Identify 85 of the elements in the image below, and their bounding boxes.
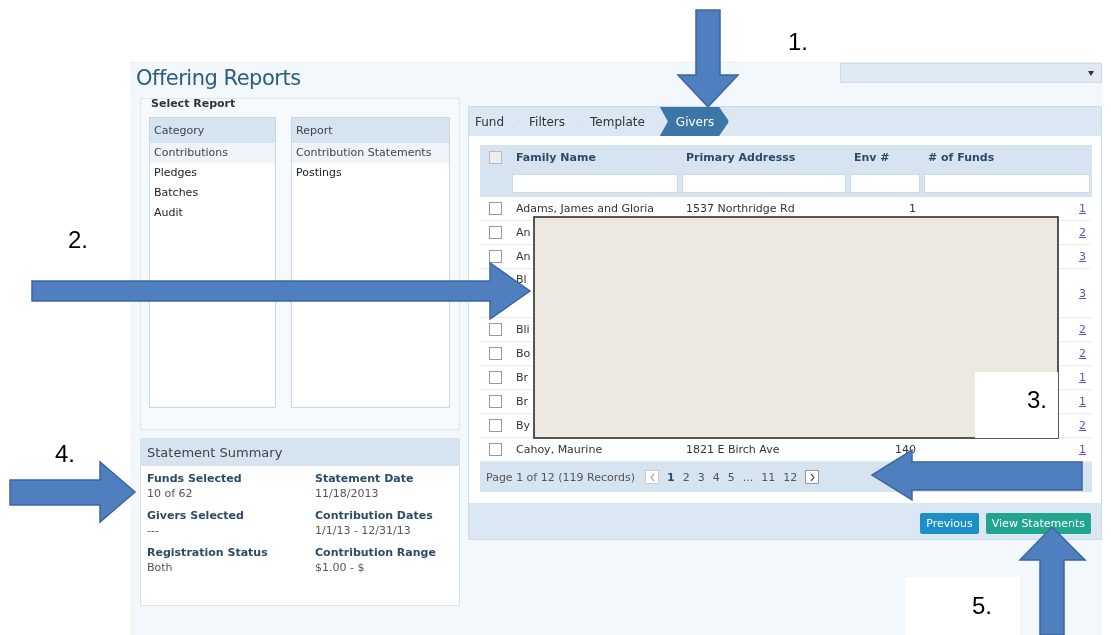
field-value: 1/1/13 - 12/31/13 [315,524,412,537]
filter-field[interactable] [850,174,920,193]
dropdown-field[interactable] [840,63,1102,83]
panel-title: Statement Summary [141,439,459,466]
checkbox[interactable] [488,395,502,409]
field-label: Contribution Range [315,546,437,559]
list-item[interactable]: Pledges [150,163,275,183]
table-cell: 1821 E Birch Ave [686,443,780,456]
column-header: Family Name [510,145,680,170]
table-cell: Cahoy, Maurine [516,443,603,456]
list-item[interactable]: Contributions [150,143,275,163]
callout-number: 1. [788,28,808,56]
funds-link[interactable]: 2 [1079,419,1086,432]
page-link[interactable]: 12 [783,470,798,484]
table-cell: Br [516,371,529,384]
checkbox[interactable] [488,226,502,240]
field-label: Funds Selected [147,472,243,485]
table-cell: Adams, James and Gloria [516,202,654,215]
field-label: Statement Date [315,472,415,485]
page-link[interactable]: 11 [761,470,776,484]
wizard-step[interactable]: Givers [659,107,730,136]
column-header: Env # [848,145,922,170]
funds-link[interactable]: 3 [1079,286,1086,300]
field-label: Registration Status [147,546,269,559]
funds-link[interactable]: 2 [1079,347,1086,360]
filter-field[interactable] [924,174,1090,193]
pager-summary: Page 1 of 12 (119 Records) [486,470,636,484]
funds-link[interactable]: 1 [1079,395,1086,408]
table-cell: 1537 Northridge Rd [686,202,795,215]
list-item[interactable]: Postings [292,163,449,183]
funds-link[interactable]: 1 [1079,443,1086,456]
checkbox[interactable] [488,347,502,361]
column-header: # of Funds [922,145,1092,170]
callout-number: 4. [55,440,75,468]
list-header: Report [292,118,449,143]
field-value: --- [147,524,160,537]
page-link[interactable]: 4 [712,470,720,484]
table-cell: An [516,250,531,263]
action-button[interactable]: Previous [920,513,979,534]
field-value: $1.00 - $ [315,561,366,574]
callout-number: 2. [68,226,88,254]
funds-link[interactable]: 2 [1079,226,1086,239]
field-value: Both [147,561,174,574]
table-cell: Br [516,395,529,408]
table-cell: Bo [516,347,531,360]
callout-number: 3. [1027,386,1047,414]
field-label: Givers Selected [147,509,245,522]
page-link[interactable]: 2 [682,470,690,484]
action-button[interactable]: View Statements [985,513,1091,534]
table-cell: Bli [516,323,530,336]
list-item[interactable]: Contribution Statements [292,143,449,163]
page-link[interactable]: ... [742,470,754,484]
checkbox[interactable] [488,202,502,216]
funds-link[interactable]: 1 [1079,371,1086,384]
table-cell: Bl [516,273,527,286]
page-link[interactable]: 3 [697,470,705,484]
list-item[interactable]: Batches [150,183,275,203]
next-page-icon[interactable] [805,470,820,484]
field-value: 10 of 62 [147,487,194,500]
funds-link[interactable]: 2 [1079,323,1086,336]
checkbox[interactable] [488,250,502,264]
page-link[interactable]: 5 [727,470,735,484]
list-item[interactable]: Audit [150,203,275,223]
checkbox[interactable] [488,371,502,385]
column-header: Primary Addresss [680,145,848,170]
list-header: Category [150,118,275,143]
table-cell: 140 [895,443,916,456]
filter-field[interactable] [682,174,846,193]
section-label: Select Report [151,97,236,110]
previous-page-icon[interactable] [645,470,660,484]
field-label: Contribution Dates [315,509,434,522]
checkbox[interactable] [488,443,502,457]
field-value: 11/18/2013 [315,487,380,500]
checkbox[interactable] [488,419,502,433]
checkbox[interactable] [488,323,502,337]
table-cell: An [516,226,531,239]
page-title: Offering Reports [136,66,301,90]
filter-field[interactable] [512,174,678,193]
funds-link[interactable]: 3 [1079,250,1086,263]
page-link[interactable]: 1 [667,470,675,484]
funds-link[interactable]: 1 [1079,202,1086,215]
table-cell: By [516,419,531,432]
checkbox[interactable] [488,151,502,165]
table-cell: 1 [909,202,916,215]
callout-number: 5. [972,592,992,620]
